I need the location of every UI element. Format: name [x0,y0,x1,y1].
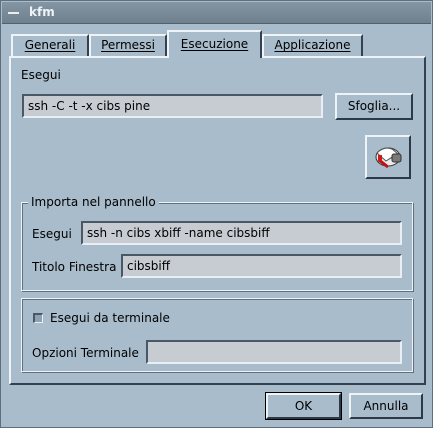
import-panel-group: Importa nel pannello Esegui ssh -n cibs … [21,195,413,291]
execute-command-field[interactable]: ssh -C -t -x cibs pine [22,94,323,118]
tab-generali[interactable]: Generali [11,34,89,56]
window-title: kfm [29,5,55,19]
properties-dialog: kfm Generali Permessi Esecuzione Applica… [0,0,433,428]
cancel-button[interactable]: Annulla [349,393,423,419]
mail-icon [375,147,402,169]
import-exec-label: Esegui [32,227,72,241]
terminal-group: Esegui da terminale Opzioni Terminale [21,298,413,372]
import-group-title: Importa nel pannello [28,195,159,209]
ok-button-label: OK [294,399,313,413]
terminal-options-label: Opzioni Terminale [32,346,139,360]
import-exec-field[interactable]: ssh -n cibs xbiff -name cibsbiff [81,221,402,245]
run-in-terminal-label[interactable]: Esegui da terminale [50,311,170,325]
window-title-field[interactable]: cibsbiff [121,254,402,278]
icon-chooser-button[interactable] [365,135,411,179]
tab-permessi[interactable]: Permessi [89,34,167,56]
execute-label: Esegui [21,68,61,82]
tab-esecuzione[interactable]: Esecuzione [167,30,262,58]
title-bar[interactable]: kfm [2,2,431,24]
tab-applicazione[interactable]: Applicazione [262,34,363,56]
ok-button[interactable]: OK [265,392,342,420]
terminal-options-field[interactable] [146,340,402,364]
window-title-label: Titolo Finestra [32,260,117,274]
run-in-terminal-checkbox[interactable] [33,313,43,323]
cancel-button-label: Annulla [363,399,409,413]
browse-button-label: Sfoglia... [347,99,401,113]
window-menu-icon[interactable] [8,12,19,14]
browse-button[interactable]: Sfoglia... [335,93,413,120]
tab-panel-esecuzione: Esegui ssh -C -t -x cibs pine Sfoglia...… [9,56,426,385]
